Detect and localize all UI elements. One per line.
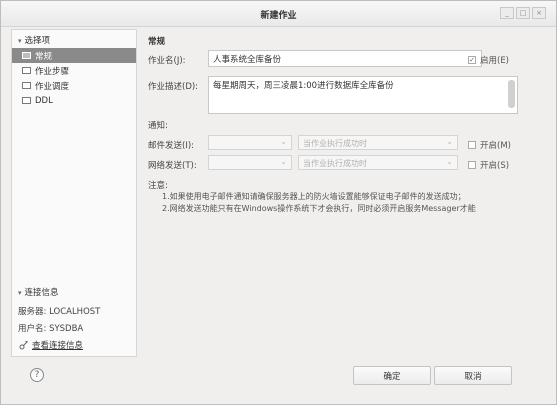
sidebar-item-ddl[interactable]: DDL (12, 93, 136, 108)
note-line: 2.网络发送功能只有在Windows操作系统下才会执行，同时必须开启服务Mess… (162, 204, 476, 213)
job-desc-textarea[interactable]: 每星期周天，周三凌晨1:00进行数据库全库备份 (208, 76, 518, 114)
net-condition-combo[interactable]: 当作业执行成功时 ⌄ (298, 155, 458, 170)
enable-label: 启用(E) (480, 56, 510, 66)
connection-section-header[interactable]: ▾ 连接信息 (18, 286, 59, 298)
job-desc-text: 每星期周天，周三凌晨1:00进行数据库全库备份 (213, 81, 394, 91)
checkbox-unchecked-icon (468, 141, 476, 149)
dialog-title: 新建作业 (260, 11, 297, 21)
sidebar-item-job-steps[interactable]: 作业步骤 (12, 63, 136, 78)
checkbox-unchecked-icon (468, 161, 476, 169)
window-controls: _ □ × (500, 7, 546, 19)
help-icon[interactable]: ? (30, 368, 44, 382)
sidebar: ▾ 选择项 常规 作业步骤 作业调度 DDL ▾ 连接信息 服务器: LOCALHO… (11, 29, 137, 357)
chevron-down-icon: ⌄ (446, 157, 453, 166)
notes-label: 注意: (148, 181, 168, 191)
mail-condition-value: 当作业执行成功时 (303, 139, 367, 148)
net-send-label: 网络发送(T): (148, 161, 197, 171)
cancel-button[interactable]: 取消 (434, 366, 512, 385)
close-icon[interactable]: × (532, 7, 546, 19)
mail-send-label: 邮件发送(I): (148, 141, 195, 151)
chevron-down-icon: ⌄ (280, 137, 287, 146)
sidebar-item-label: DDL (35, 95, 53, 106)
notify-label: 通知: (148, 121, 168, 131)
chevron-down-icon: ⌄ (280, 157, 287, 166)
panel-title: 常规 (148, 37, 166, 47)
chevron-down-icon: ▾ (18, 289, 22, 297)
new-job-dialog: 新建作业 _ □ × ▾选择项 常规 作业步骤 作业调度 DDL ▾连接信息 (0, 0, 557, 405)
net-enable-checkbox[interactable]: 开启(S) (468, 159, 509, 171)
enable-checkbox[interactable]: ✓ 启用(E) (468, 54, 509, 66)
net-recipient-combo[interactable]: ⌄ (208, 155, 292, 170)
note-line: 1.如果使用电子邮件通知请确保服务器上的防火墙设置能够保证电子邮件的发送成功； (162, 192, 466, 201)
job-name-input[interactable]: 人事系统全库备份 (208, 50, 482, 67)
page-icon (22, 67, 31, 74)
textarea-scrollbar[interactable] (508, 80, 515, 108)
minimize-icon[interactable]: _ (500, 7, 514, 19)
page-icon (22, 82, 31, 89)
net-condition-value: 当作业执行成功时 (303, 159, 367, 168)
sidebar-item-general[interactable]: 常规 (12, 48, 136, 63)
options-section-header[interactable]: ▾ 选择项 (18, 34, 50, 46)
maximize-icon[interactable]: □ (516, 7, 530, 19)
title-bar[interactable]: 新建作业 _ □ × (1, 1, 556, 27)
mail-enable-checkbox[interactable]: 开启(M) (468, 139, 511, 151)
chevron-down-icon: ⌄ (446, 137, 453, 146)
checkbox-checked-icon: ✓ (468, 56, 476, 64)
job-name-label: 作业名(J): (148, 56, 186, 66)
sidebar-item-label: 常规 (35, 51, 53, 62)
sidebar-item-label: 作业调度 (35, 81, 70, 92)
view-connection-label: 查看连接信息 (32, 341, 84, 351)
net-enable-label: 开启(S) (480, 161, 510, 171)
job-desc-label: 作业描述(D): (148, 82, 199, 92)
server-info: 服务器: LOCALHOST (18, 307, 101, 317)
page-icon (22, 52, 31, 59)
chevron-down-icon: ▾ (18, 37, 22, 45)
mail-recipient-combo[interactable]: ⌄ (208, 135, 292, 150)
connection-icon (19, 341, 28, 350)
mail-enable-label: 开启(M) (480, 141, 511, 151)
general-panel: 常规 作业名(J): 人事系统全库备份 ✓ 启用(E) 作业描述(D): 每星期… (138, 29, 518, 357)
sidebar-item-label: 作业步骤 (35, 66, 70, 77)
ok-button[interactable]: 确定 (353, 366, 431, 385)
mail-condition-combo[interactable]: 当作业执行成功时 ⌄ (298, 135, 458, 150)
user-info: 用户名: SYSDBA (18, 324, 84, 334)
view-connection-link[interactable]: 查看连接信息 (19, 339, 83, 351)
sidebar-item-job-schedule[interactable]: 作业调度 (12, 78, 136, 93)
page-icon (22, 97, 31, 104)
